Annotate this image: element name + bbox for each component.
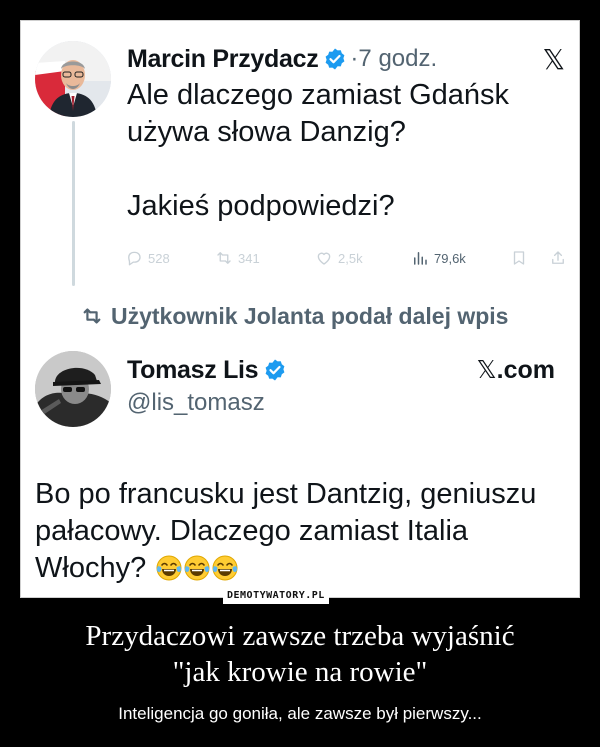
- avatar-portrait-icon: [35, 351, 111, 427]
- avatar[interactable]: [35, 41, 111, 117]
- repost-button[interactable]: 341: [215, 249, 260, 267]
- tweet-body: Ale dlaczego zamiast Gdańsk używa słowa …: [127, 77, 575, 225]
- bookmark-icon: [513, 251, 525, 265]
- tweet-line: Bo po francusku jest Dantzig, geniuszu: [35, 478, 537, 510]
- source-label: 𝕏.com: [476, 355, 555, 385]
- tweet-header: Tomasz Lis: [127, 354, 287, 386]
- source-domain-suffix: .com: [496, 356, 555, 384]
- reply-icon: [128, 251, 141, 266]
- tweet-line: używa słowa Danzig?: [127, 116, 406, 148]
- face-with-tears-of-joy-icon: [156, 555, 182, 581]
- reply-button[interactable]: 528: [125, 249, 170, 267]
- verified-badge-icon: [265, 359, 285, 381]
- like-button[interactable]: 2,5k: [315, 249, 363, 267]
- watermark: DEMOTYWATORY.PL: [223, 588, 329, 604]
- share-button[interactable]: [549, 249, 567, 267]
- repost-count: 341: [238, 250, 260, 266]
- reply-count: 528: [148, 250, 170, 266]
- share-icon: [552, 251, 564, 264]
- repost-icon: [217, 252, 231, 264]
- tweet-header: Marcin Przydacz ·7 godz.: [127, 41, 437, 77]
- face-with-tears-of-joy-icon: [184, 555, 210, 581]
- like-icon: [317, 252, 331, 265]
- views-icon: [414, 252, 427, 265]
- x-logo-icon: 𝕏: [476, 355, 497, 384]
- x-logo-icon: 𝕏: [542, 43, 565, 76]
- tweet-line-with-emoji: Włochy?: [35, 550, 575, 587]
- tweet-action-bar: 528 341 2,5k 79,6k: [125, 247, 575, 269]
- author-name[interactable]: Marcin Przydacz: [127, 45, 319, 74]
- author-name[interactable]: Tomasz Lis: [127, 356, 259, 385]
- views-count: 79,6k: [434, 250, 466, 266]
- thread-connector-line: [72, 121, 75, 286]
- meme-subtitle: Inteligencja go goniła, ale zawsze był p…: [118, 704, 482, 723]
- tweet-time[interactable]: ·7 godz.: [350, 45, 437, 73]
- meme-title: Przydaczowi zawsze trzeba wyjaśnić "jak …: [0, 618, 600, 690]
- like-count: 2,5k: [338, 250, 363, 266]
- title-line: "jak krowie na rowie": [172, 656, 428, 688]
- repost-icon: [83, 308, 101, 324]
- tweet-body: Bo po francusku jest Dantzig, geniuszu p…: [35, 476, 575, 587]
- bookmark-button[interactable]: [510, 249, 528, 267]
- tweet-line: pałacowy. Dlaczego zamiast Italia: [35, 515, 469, 547]
- tweet-line: Jakieś podpowiedzi?: [127, 190, 395, 222]
- avatar[interactable]: [35, 351, 111, 427]
- face-with-tears-of-joy-icon: [212, 555, 238, 581]
- views-button[interactable]: 79,6k: [411, 249, 466, 267]
- avatar-portrait-icon: [35, 41, 111, 117]
- tweet-screenshot-card: Marcin Przydacz ·7 godz. 𝕏 Ale dlaczego …: [20, 20, 580, 598]
- repost-banner-text: Użytkownik Jolanta podał dalej wpis: [111, 302, 509, 329]
- tweet-line: Włochy?: [35, 552, 147, 584]
- tweet-line: Ale dlaczego zamiast Gdańsk: [127, 79, 510, 111]
- verified-badge-icon: [326, 48, 345, 70]
- author-handle[interactable]: @lis_tomasz: [127, 389, 265, 417]
- repost-banner[interactable]: Użytkownik Jolanta podał dalej wpis: [81, 301, 508, 331]
- title-line: Przydaczowi zawsze trzeba wyjaśnić: [85, 620, 515, 652]
